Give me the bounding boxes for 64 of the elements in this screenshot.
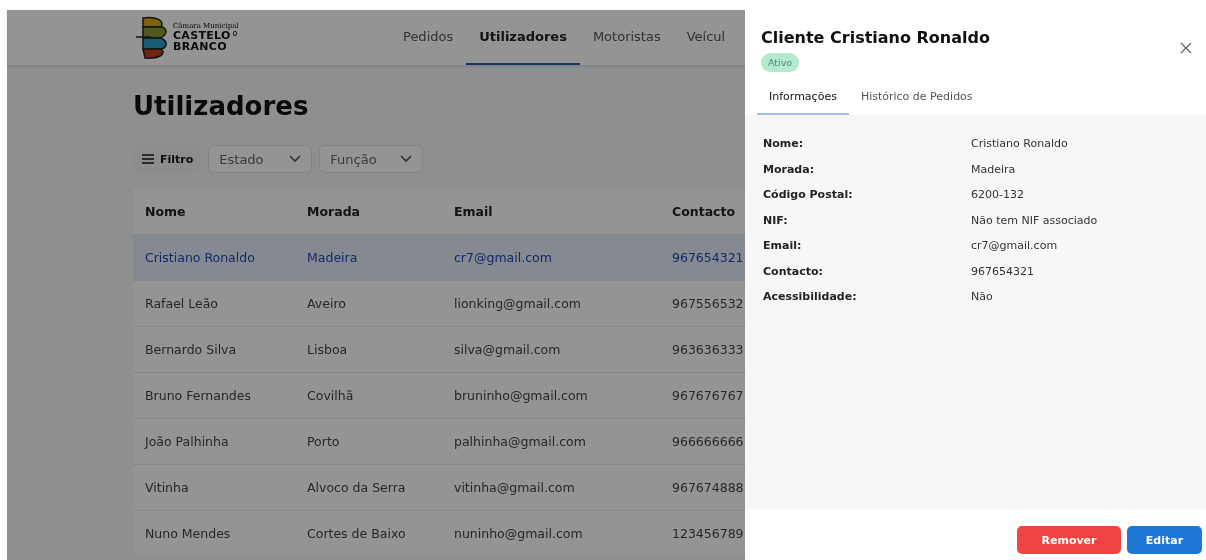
logo-mark: o — [232, 30, 238, 38]
menu-icon — [141, 153, 155, 165]
field-label: Nome: — [763, 137, 805, 152]
column-header: Morada — [307, 204, 361, 219]
field-value: Não — [971, 290, 994, 305]
table-cell-text: lionking@gmail.com — [454, 296, 582, 311]
filter-dropdown[interactable]: Função — [319, 145, 424, 173]
field-label: NIF: — [763, 213, 789, 229]
table-cell-text: Aveiro — [307, 296, 347, 311]
table-cell-text: 967654321 — [672, 250, 745, 265]
field-value: Cristiano Ronaldo — [971, 137, 1069, 152]
field-value: Madeira — [971, 162, 1017, 178]
table-cell-text: 123456789 — [672, 526, 745, 541]
table-cell-text: Bruno Fernandes — [145, 388, 252, 403]
field-value: 6200-132 — [971, 188, 1025, 203]
table-cell-text: cr7@gmail.com — [454, 250, 553, 265]
field-label: Contacto: — [763, 264, 824, 280]
table-cell-text: vitinha@gmail.com — [454, 480, 576, 495]
close-icon — [1180, 42, 1192, 54]
close-button[interactable] — [1180, 42, 1192, 54]
table-cell-text: Lisboa — [307, 342, 349, 357]
field-label: Email: — [763, 239, 803, 254]
field-label: Morada: — [763, 162, 816, 178]
chevron-down-icon — [289, 155, 302, 163]
page-title: Utilizadores — [133, 91, 309, 121]
table-cell-text: Porto — [307, 434, 341, 449]
nav-tab[interactable]: Motoristas — [579, 10, 674, 65]
table-cell-text: Cortes de Baixo — [307, 526, 407, 541]
table-cell-text: Rafael Leão — [145, 296, 219, 311]
field-value: cr7@gmail.com — [971, 239, 1059, 254]
drawer-tab[interactable]: Histórico de Pedidos — [848, 90, 985, 115]
filter-dropdown[interactable]: Estado — [208, 145, 313, 173]
column-header: Email — [454, 204, 494, 219]
chevron-down-icon — [400, 155, 413, 163]
remove-button[interactable]: Remover — [1017, 526, 1121, 554]
table-cell-text: palhinha@gmail.com — [454, 434, 587, 449]
field-label: Código Postal: — [763, 188, 854, 203]
table-cell-text: Vitinha — [145, 480, 190, 495]
table-cell-text: silva@gmail.com — [454, 342, 562, 357]
nav-tab[interactable]: Pedidos — [390, 10, 467, 65]
table-cell-text: Nuno Mendes — [145, 526, 232, 541]
edit-button[interactable]: Editar — [1127, 526, 1202, 554]
table-cell-text: 963636333 — [672, 342, 745, 357]
table-cell-text: nuninho@gmail.com — [454, 526, 584, 541]
logo-name: BRANCO — [173, 41, 228, 52]
status-badge: Ativo — [761, 53, 800, 72]
table-cell-text: 967676767 — [672, 388, 745, 403]
table-cell-text: Madeira — [307, 250, 359, 265]
nav-tab[interactable]: Utilizadores — [466, 10, 580, 65]
table-cell-text: João Palhinha — [145, 434, 230, 449]
logo-name: CASTELO — [173, 30, 231, 41]
table-cell-text: bruninho@gmail.com — [454, 388, 589, 403]
field-value: Não tem NIF associado — [971, 213, 1099, 229]
nav-tab[interactable]: Veícul — [673, 10, 739, 65]
table-cell-text: Bernardo Silva — [145, 342, 238, 357]
column-header: Contacto — [672, 204, 737, 219]
column-header: Nome — [145, 204, 187, 219]
table-cell-text: 967674888 — [672, 480, 745, 495]
table-cell-text: Alvoco da Serra — [307, 480, 407, 495]
table-cell-text: 966666666 — [672, 434, 745, 449]
drawer-title: Cliente Cristiano Ronaldo — [761, 28, 990, 47]
field-value: 967654321 — [971, 264, 1035, 280]
table-cell-text: Cristiano Ronaldo — [145, 250, 256, 265]
table-cell-text: Covilhã — [307, 388, 355, 403]
